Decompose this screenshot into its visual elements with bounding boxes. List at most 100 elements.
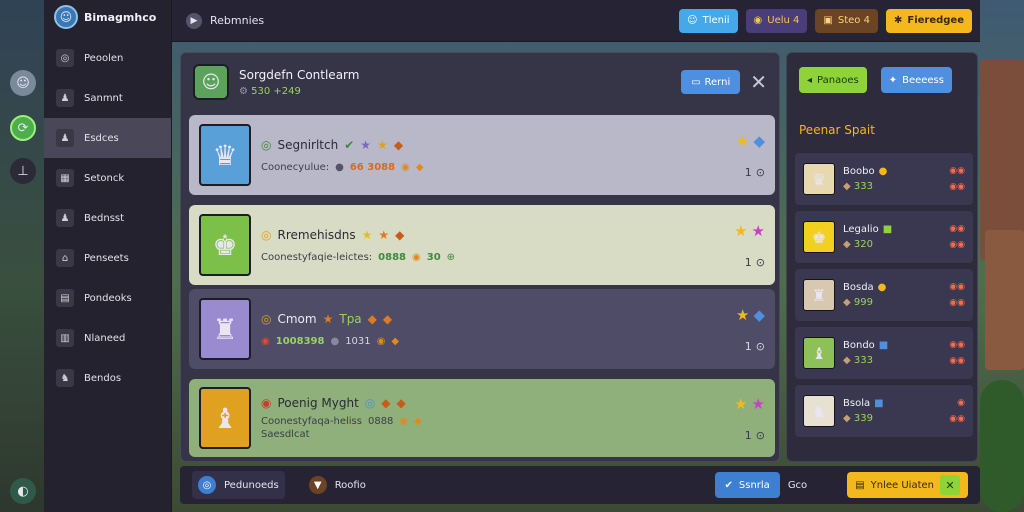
leaderboard-item[interactable]: ♚ Legalio ■ ◆ 320 ◉◉ ◉◉ xyxy=(795,211,973,263)
profile-label: Tlenii xyxy=(702,15,730,26)
sidebar-item-peoolen[interactable]: ◎ Peoolen xyxy=(44,38,171,78)
stat-pill[interactable]: ▣ Steo 4 xyxy=(815,8,878,33)
leader-value-text: 339 xyxy=(853,413,873,424)
people-icon: ♞ xyxy=(56,369,74,387)
tab-label: Beeeess xyxy=(902,74,944,86)
sidebar-item-bednsst[interactable]: ♟ Bednsst xyxy=(44,198,171,238)
item-name: ◉ Poenig Myght ◎ ◆ ◆ xyxy=(261,396,734,410)
sidebar-item-sanmnt[interactable]: ♟ Sanmnt xyxy=(44,78,171,118)
confirm-label: Ssnrla xyxy=(738,479,770,491)
stat-pill[interactable]: ◉ Uelu 4 xyxy=(745,8,808,33)
rose-icon: ◉ xyxy=(261,335,270,347)
leaderboard-item[interactable]: ♝ Bondo ■ ◆ 333 ◉◉ ◉◉ xyxy=(795,327,973,379)
character-portrait: ♜ xyxy=(199,298,251,360)
rating: ★ ★ xyxy=(734,222,765,240)
crate-icon: ▦ xyxy=(56,169,74,187)
stat-icon: ◉◉ xyxy=(949,182,965,192)
item-count: 1 ⊙ xyxy=(745,429,765,442)
character-portrait: ♚ xyxy=(199,214,251,276)
item-count: 1 ⊙ xyxy=(745,256,765,269)
count-value: 1 xyxy=(744,428,752,442)
header-value: 530 +249 xyxy=(251,85,301,97)
coin-icon: ● xyxy=(878,166,888,177)
item-name-text: Segnirltch xyxy=(277,137,339,152)
star-icon: ★ xyxy=(378,227,390,242)
character-icon[interactable]: ☺ xyxy=(10,70,36,96)
building-icon: ▥ xyxy=(56,329,74,347)
coin-icon: ● xyxy=(330,335,340,347)
panel-header: ☺ Sorgdefn Contlearm ⚙ 530 +249 ▭ Rerni ✕ xyxy=(181,53,779,111)
profile-pill[interactable]: ☺ Tlenii xyxy=(679,8,738,33)
item-name: ◎ Cmom ★ Tpa ◆ ◆ xyxy=(261,312,736,326)
bottom-tab-roofio[interactable]: ▼ Roofio xyxy=(303,471,372,499)
coin-icon: ◉ xyxy=(376,335,386,347)
stat-icon: ◉◉ xyxy=(949,166,965,176)
header-button-label: Rerni xyxy=(704,76,731,88)
leaderboard-item[interactable]: ♜ Bosda ● ◆ 999 ◉◉ ◉◉ xyxy=(795,269,973,321)
bag-icon: ◆ xyxy=(843,239,851,250)
action-button[interactable]: ▤ Ynlee Uiaten ✕ xyxy=(847,472,968,498)
star-icon: ✔ xyxy=(344,137,355,152)
portrait-icon: ☺ xyxy=(193,64,229,100)
badge-icon: ■ xyxy=(878,340,889,351)
chat-icon[interactable]: ◐ xyxy=(10,478,36,504)
clock-icon: ⊙ xyxy=(755,428,765,442)
list-item[interactable]: ♜ ◎ Cmom ★ Tpa ◆ ◆ ◉ 1008398 ● 1031 ◉ ◆ ★ ◆ 1 ⊙ xyxy=(189,289,775,369)
bag-icon: ◆ xyxy=(843,181,851,192)
stat-icon: ◉◉ xyxy=(949,298,965,308)
sidebar-item-penseets[interactable]: ⌂ Penseets xyxy=(44,238,171,278)
globe-icon: ◎ xyxy=(198,476,216,494)
header-button[interactable]: ▭ Rerni xyxy=(681,70,741,94)
bag-icon: ◆ xyxy=(843,413,851,424)
star-icon: ★ xyxy=(360,137,372,152)
sidebar-item-label: Setonck xyxy=(84,172,125,184)
bottom-tab-pedunoeds[interactable]: ◎ Pedunoeds xyxy=(192,471,285,499)
portrait-icon: ☺ xyxy=(687,15,698,26)
bottom-bar: ◎ Pedunoeds ▼ Roofio ✔ Ssnrla Gco ▤ Ynlee Ui… xyxy=(180,466,980,504)
leader-value: ◆ 320 xyxy=(843,239,949,250)
gold-button[interactable]: ✱ Fieredgee xyxy=(885,8,972,33)
count-value: 1 xyxy=(744,165,752,179)
up-icon[interactable]: ⊥ xyxy=(10,158,36,184)
coin-icon: ◉ xyxy=(399,416,409,427)
item-meta: Coonecyulue: ● 66 3088 ◉ ◆ xyxy=(261,162,736,173)
sidebar-item-label: Esdces xyxy=(84,132,119,144)
refresh-icon[interactable]: ⟳ xyxy=(10,115,36,141)
sidebar-item-pondeoks[interactable]: ▤ Pondeoks xyxy=(44,278,171,318)
item-name: ◎ Segnirltch ✔ ★ ★ ◆ xyxy=(261,138,736,152)
sidebar-item-setonck[interactable]: ▦ Setonck xyxy=(44,158,171,198)
leader-name: Bondo ■ xyxy=(843,340,949,351)
tab-beeeess[interactable]: ✦ Beeeess xyxy=(880,67,952,93)
note-icon: ▤ xyxy=(855,479,865,491)
item-name-text: Cmom xyxy=(277,311,317,326)
stat-icon: ◉◉ xyxy=(949,282,965,292)
close-icon[interactable]: ✕ xyxy=(750,72,767,92)
sidebar-item-esdces[interactable]: ♟ Esdces xyxy=(44,118,171,158)
leaderboard-item[interactable]: ♛ Boobo ● ◆ 333 ◉◉ ◉◉ xyxy=(795,153,973,205)
gold-label: Fieredgee xyxy=(907,15,964,26)
clock-icon: ⊙ xyxy=(755,255,765,269)
action-label: Ynlee Uiaten xyxy=(870,479,934,491)
sidebar-item-nlaneed[interactable]: ▥ Nlaneed xyxy=(44,318,171,358)
list-item[interactable]: ♛ ◎ Segnirltch ✔ ★ ★ ◆ Coonecyulue: ● 66 3088 ◉ ◆… xyxy=(189,115,775,195)
sidebar-item-bendos[interactable]: ♞ Bendos xyxy=(44,358,171,398)
avatar[interactable]: ☺ xyxy=(54,5,78,29)
confirm-button[interactable]: ✔ Ssnrla xyxy=(714,472,780,498)
leader-name-text: Boobo xyxy=(843,166,875,177)
sidebar-item-label: Bednsst xyxy=(84,212,125,224)
item-meta-value: 1031 xyxy=(345,335,371,347)
leader-value-text: 333 xyxy=(853,181,873,192)
leaderboard-item[interactable]: ♞ Bsola ■ ◆ 339 ◉ ◉◉ xyxy=(795,385,973,437)
extra-label: Gco xyxy=(787,479,808,491)
leader-stats: ◉◉ ◉◉ xyxy=(949,163,965,195)
item-name-text: Poenig Myght xyxy=(277,396,359,410)
tab-panaoes[interactable]: ◂ Panaoes xyxy=(799,67,867,93)
menu-icon[interactable]: ▶ xyxy=(186,12,202,29)
item-meta-value: 0888 xyxy=(367,416,394,427)
list-item[interactable]: ♚ ◎ Rremehisdns ★ ★ ◆ Coonestyfaqie-leictes:… xyxy=(189,205,775,285)
star-icon: ★ xyxy=(734,221,748,240)
bottom-tab-label: Pedunoeds xyxy=(224,479,279,491)
list-item[interactable]: ♝ ◉ Poenig Myght ◎ ◆ ◆ Coonestyfaqa-heliss 08… xyxy=(189,379,775,457)
stat-icon: ◉◉ xyxy=(949,224,965,234)
leaf-icon: ◆ xyxy=(393,137,404,152)
